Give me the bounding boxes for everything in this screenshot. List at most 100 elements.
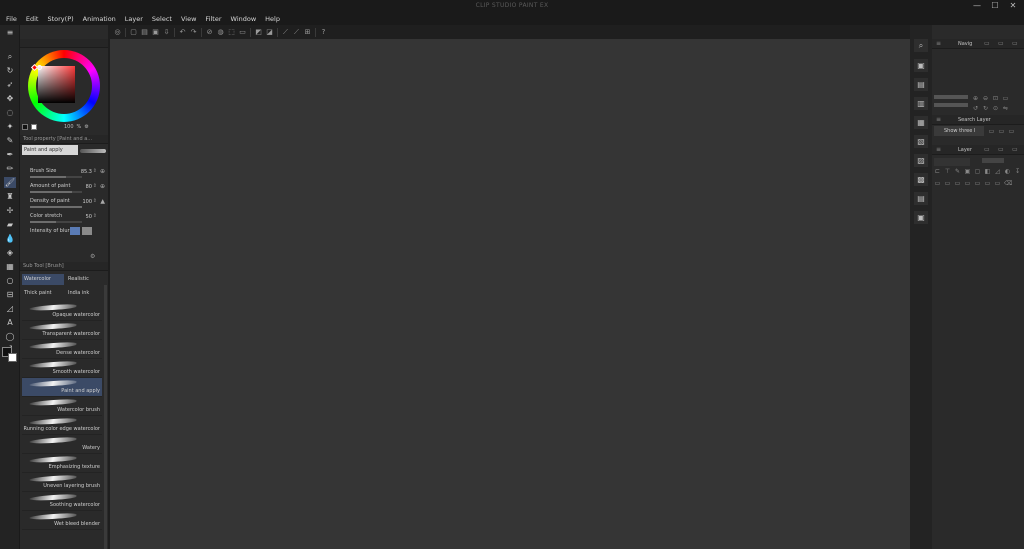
delete-layer-icon[interactable]: ⌫: [1004, 180, 1012, 187]
image-icon[interactable]: ▭: [998, 40, 1004, 47]
new-raster-layer-icon[interactable]: ▭: [934, 180, 941, 187]
gradient-tool-icon[interactable]: ▦: [4, 261, 16, 272]
transform-icon[interactable]: ⬚: [228, 28, 236, 36]
tool-settings-icon[interactable]: ⚙: [90, 253, 95, 260]
menu-select[interactable]: Select: [152, 15, 172, 23]
snap-grid-icon[interactable]: ⊞: [304, 28, 312, 36]
property-slider[interactable]: [30, 221, 82, 223]
rotate-right-icon[interactable]: ↻: [982, 105, 989, 112]
material-dock-icon-5[interactable]: ▧: [914, 135, 928, 148]
snap-ruler-icon[interactable]: ⟋: [282, 28, 290, 36]
menu-layer[interactable]: Layer: [125, 15, 143, 23]
lock-transparent-icon[interactable]: ▢: [974, 168, 981, 175]
rotate-slider[interactable]: [934, 103, 968, 107]
zoom-in-icon[interactable]: ⊕: [972, 95, 979, 102]
show-selection-icon[interactable]: ◪: [266, 28, 274, 36]
panel-menu-icon[interactable]: ≡: [936, 116, 941, 123]
saturation-value-square[interactable]: [38, 66, 75, 103]
undo-icon[interactable]: ↶: [179, 28, 187, 36]
menu-edit[interactable]: Edit: [26, 15, 39, 23]
eraser-icon[interactable]: ▰: [4, 219, 16, 230]
lock-layer-icon[interactable]: ▣: [964, 168, 971, 175]
brush-item[interactable]: Soothing watercolor: [22, 492, 102, 511]
create-mask-icon[interactable]: ▭: [984, 180, 991, 187]
material-dock-icon-3[interactable]: ▥: [914, 97, 928, 110]
layer-property-icon-3[interactable]: ▭: [1012, 146, 1018, 153]
material-dock-icon-2[interactable]: ▤: [914, 78, 928, 91]
ruler-tool-icon[interactable]: ◿: [4, 303, 16, 314]
filter-icon[interactable]: ▭: [988, 128, 995, 135]
property-slider[interactable]: [30, 191, 82, 193]
property-value[interactable]: 85.3: [81, 169, 92, 175]
property-value[interactable]: 100: [82, 199, 92, 205]
clear-icon[interactable]: ⊘: [206, 28, 214, 36]
decoration-tool-icon[interactable]: ✢: [4, 205, 16, 216]
new-vector-layer-icon[interactable]: ▭: [944, 180, 951, 187]
navigator-dock-icon[interactable]: ⌕: [914, 39, 928, 52]
menu-help[interactable]: Help: [265, 15, 280, 23]
palette-icon[interactable]: ◐: [1004, 168, 1011, 175]
save-icon[interactable]: ▣: [152, 28, 160, 36]
figure-tool-icon[interactable]: ○: [4, 275, 16, 286]
reset-icon[interactable]: ⊙: [992, 105, 999, 112]
rotate-left-icon[interactable]: ↺: [972, 105, 979, 112]
zoom-out-icon[interactable]: ⊖: [982, 95, 989, 102]
object-tool-icon[interactable]: ➶: [4, 79, 16, 90]
sub-tool-scrollbar[interactable]: [104, 285, 107, 549]
brush-item[interactable]: Transparent watercolor: [22, 321, 102, 340]
material-dock-icon-7[interactable]: ▩: [914, 173, 928, 186]
zoom-slider[interactable]: [934, 95, 968, 99]
apply-mask-icon[interactable]: ▭: [994, 180, 1001, 187]
blending-mode-select[interactable]: [934, 158, 970, 166]
brush-item[interactable]: Wet bleed blender: [22, 511, 102, 530]
tab-realistic[interactable]: Realistic: [66, 274, 104, 285]
eyedropper-icon[interactable]: ✎: [4, 135, 16, 146]
layer-property-icon-2[interactable]: ▭: [998, 146, 1004, 153]
tab-thick-paint[interactable]: Thick paint: [22, 288, 64, 299]
brush-item[interactable]: Opaque watercolor: [22, 302, 102, 321]
menu-story[interactable]: Story(P): [47, 15, 73, 23]
export-icon[interactable]: ⇩: [163, 28, 171, 36]
layer-property-icon[interactable]: ▭: [984, 146, 990, 153]
menu-file[interactable]: File: [6, 15, 17, 23]
filter-icon-3[interactable]: ▭: [1008, 128, 1015, 135]
fit-icon[interactable]: ⊡: [992, 95, 999, 102]
intensity-of-blur-row[interactable]: Intensity of blur: [22, 227, 106, 242]
blend-tool-icon[interactable]: 💧: [4, 233, 16, 244]
pressure-icon[interactable]: ▲: [100, 198, 105, 205]
tab-watercolor[interactable]: Watercolor: [22, 274, 64, 285]
sub-color-swatch[interactable]: [8, 353, 17, 362]
layer-opacity-slider[interactable]: [982, 158, 1004, 163]
new-icon[interactable]: ▢: [130, 28, 138, 36]
fill-icon[interactable]: ◍: [217, 28, 225, 36]
material-dock-icon[interactable]: ▣: [914, 59, 928, 72]
text-tool-icon[interactable]: A: [4, 317, 16, 328]
menu-window[interactable]: Window: [231, 15, 257, 23]
layer-search-dropdown[interactable]: Show three l: [934, 126, 984, 136]
clip-layer-icon[interactable]: ⊏: [934, 168, 941, 175]
spinner-icon[interactable]: ⇕: [93, 168, 97, 174]
airbrush-icon[interactable]: ♜: [4, 191, 16, 202]
balloon-tool-icon[interactable]: ◯: [4, 331, 16, 342]
panel-menu-icon[interactable]: ≡: [4, 27, 16, 38]
material-dock-icon-4[interactable]: ▦: [914, 116, 928, 129]
property-slider[interactable]: [30, 176, 82, 178]
info-icon[interactable]: ▭: [1012, 40, 1018, 47]
spinner-icon[interactable]: ⇕: [93, 198, 97, 204]
deselect-icon[interactable]: ▭: [239, 28, 247, 36]
redo-icon[interactable]: ↷: [190, 28, 198, 36]
flip-icon[interactable]: ⇋: [1002, 105, 1009, 112]
snap-special-ruler-icon[interactable]: ⟋: [293, 28, 301, 36]
settings-icon[interactable]: ⚙: [84, 124, 88, 130]
spinner-icon[interactable]: ⇕: [93, 213, 97, 219]
help-icon[interactable]: ?: [320, 28, 328, 36]
pencil-tool-icon[interactable]: ✏: [4, 163, 16, 174]
density-of-paint-row[interactable]: Density of paint 100 ⇕ ▲: [22, 197, 106, 212]
tool-preset-label[interactable]: Paint and apply: [22, 145, 78, 155]
actual-size-icon[interactable]: ▭: [1002, 95, 1009, 102]
pressure-icon[interactable]: ⊕: [100, 168, 105, 175]
brush-item[interactable]: Watercolor brush: [22, 397, 102, 416]
mask-icon[interactable]: ◧: [984, 168, 991, 175]
brush-item[interactable]: Uneven layering brush: [22, 473, 102, 492]
material-dock-icon-9[interactable]: ▣: [914, 211, 928, 224]
